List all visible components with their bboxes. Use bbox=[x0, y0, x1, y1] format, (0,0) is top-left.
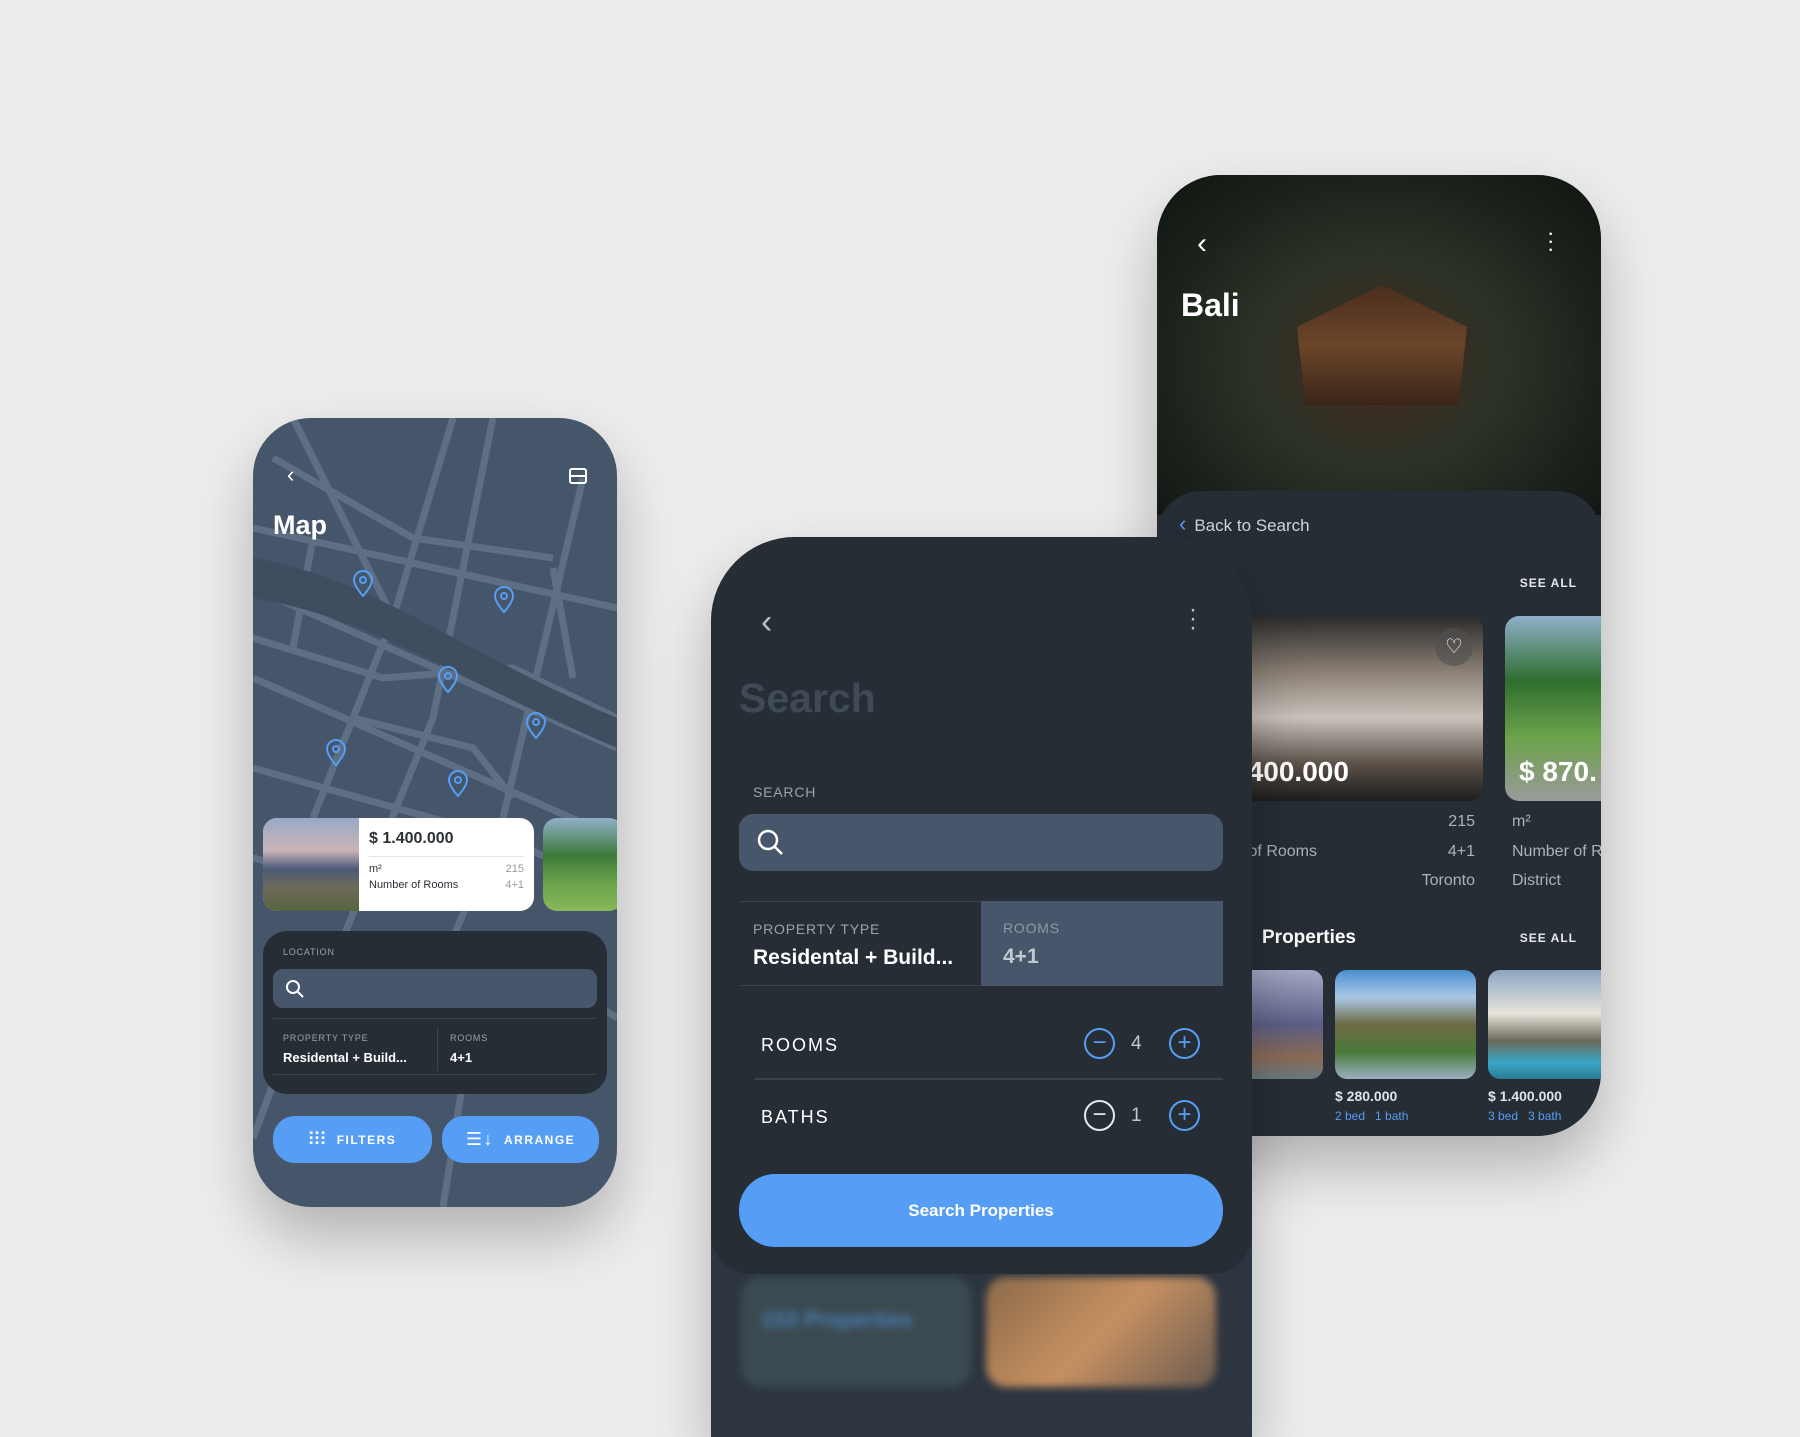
search-input[interactable] bbox=[739, 814, 1223, 871]
property-thumb[interactable] bbox=[1488, 970, 1601, 1079]
baths-stepper-label: BATHS bbox=[761, 1107, 830, 1127]
map-pin-icon[interactable] bbox=[325, 739, 347, 767]
filters-button[interactable]: ⫶⫶⫶ FILTERS bbox=[273, 1116, 432, 1163]
see-all-button[interactable]: SEE ALL bbox=[1520, 931, 1577, 945]
property-card[interactable]: $ 1.400.000 m² 215 Number of Rooms 4+1 bbox=[263, 818, 534, 911]
city-card: 153 Properties bbox=[741, 1277, 971, 1387]
property-price: $ 1.400.000 bbox=[1488, 1088, 1562, 1104]
back-button[interactable]: ‹ bbox=[1197, 227, 1207, 261]
rooms-decrement-button[interactable]: − bbox=[1084, 1028, 1115, 1059]
baths-increment-button[interactable]: + bbox=[1169, 1100, 1200, 1131]
see-all-button[interactable]: SEE ALL bbox=[1520, 576, 1577, 590]
more-options-icon[interactable]: · · · bbox=[1189, 598, 1197, 640]
rooms-value: 4+1 bbox=[505, 879, 524, 891]
property-card-next[interactable] bbox=[543, 818, 617, 911]
rooms-stepper-label: ROOMS bbox=[761, 1035, 840, 1055]
rooms-increment-button[interactable]: + bbox=[1169, 1028, 1200, 1059]
search-panel: ‹ · · · Search SEARCH PROPERTY TYPE Reside… bbox=[711, 537, 1252, 1274]
back-button[interactable]: ‹ bbox=[761, 603, 772, 642]
rooms-value[interactable]: 4+1 bbox=[450, 1050, 472, 1065]
property-type-value[interactable]: Residental + Build... bbox=[283, 1050, 407, 1065]
rooms-field[interactable]: ROOMS 4+1 bbox=[981, 901, 1223, 986]
rooms-count: 4 bbox=[1131, 1033, 1142, 1054]
search-icon bbox=[757, 829, 783, 855]
sort-icon: ☰↓ bbox=[465, 1129, 494, 1149]
page-title: Map bbox=[273, 510, 327, 540]
map-pin-icon[interactable] bbox=[447, 770, 469, 798]
rooms-label: ROOMS bbox=[450, 1033, 489, 1043]
back-button[interactable]: ‹ bbox=[287, 462, 294, 488]
search-properties-button[interactable]: Search Properties bbox=[739, 1174, 1223, 1247]
chevron-left-icon: ‹ bbox=[1179, 511, 1187, 536]
section-title: Properties bbox=[1262, 927, 1356, 948]
property-type-field[interactable]: PROPERTY TYPE Residental + Build... bbox=[739, 901, 981, 986]
property-price: $ 1.400.000 bbox=[369, 830, 524, 857]
baths-decrement-button[interactable]: − bbox=[1084, 1100, 1115, 1131]
search-icon bbox=[286, 980, 304, 998]
map-screen: ‹ Map $ 1.400.000 m² 215 Number of Rooms 4… bbox=[253, 418, 617, 1207]
location-input[interactable] bbox=[273, 969, 597, 1008]
search-screen: 153 Properties ‹ · · · Search SEARCH PROPE… bbox=[711, 537, 1252, 1437]
rooms-label: Number of Rooms bbox=[369, 879, 459, 891]
map-pin-icon[interactable] bbox=[525, 712, 547, 740]
area-value: 215 bbox=[505, 863, 524, 875]
arrange-button[interactable]: ☰↓ ARRANGE bbox=[442, 1116, 599, 1163]
hero-photo bbox=[1157, 175, 1601, 515]
page-title: Bali bbox=[1181, 287, 1240, 323]
sliders-icon: ⫶⫶⫶ bbox=[308, 1129, 327, 1149]
property-thumb[interactable] bbox=[1335, 970, 1476, 1079]
property-photo bbox=[263, 818, 359, 911]
property-price: $ 280.000 bbox=[1335, 1088, 1398, 1104]
city-card bbox=[986, 1277, 1216, 1387]
property-type-label: PROPERTY TYPE bbox=[283, 1033, 369, 1043]
map-pin-icon[interactable] bbox=[437, 666, 459, 694]
area-label: m² bbox=[369, 863, 382, 875]
search-label: SEARCH bbox=[753, 784, 817, 800]
baths-count: 1 bbox=[1131, 1105, 1142, 1126]
list-view-icon[interactable] bbox=[569, 468, 587, 484]
back-to-search-link[interactable]: ‹ Back to Search bbox=[1179, 511, 1310, 537]
page-title: Search bbox=[739, 675, 876, 721]
more-options-icon[interactable]: · · · bbox=[1547, 222, 1554, 260]
map-pin-icon[interactable] bbox=[352, 570, 374, 598]
location-label: LOCATION bbox=[283, 947, 335, 957]
heart-icon[interactable]: ♡ bbox=[1435, 628, 1473, 666]
location-panel: LOCATION PROPERTY TYPE Residental + Buil… bbox=[263, 931, 607, 1094]
area-value: 215 bbox=[1448, 813, 1475, 830]
featured-card[interactable]: $ 870. bbox=[1505, 616, 1601, 801]
map-pin-icon[interactable] bbox=[493, 586, 515, 614]
